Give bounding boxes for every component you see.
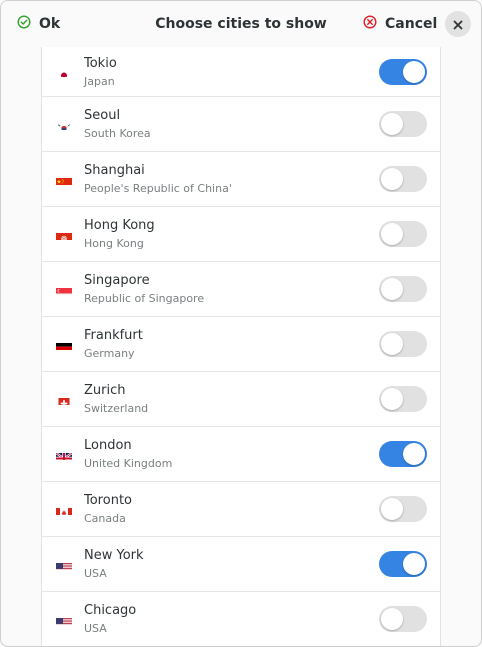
country-name: Republic of Singapore (84, 292, 205, 305)
ok-label: Ok (39, 16, 61, 32)
toggle-knob (381, 113, 403, 135)
toggle-knob (381, 223, 403, 245)
toggle-knob (381, 278, 403, 300)
city-toggle-switch[interactable] (379, 166, 427, 192)
flag-switzerland-icon (56, 394, 72, 405)
city-text: Singapore Republic of Singapore (84, 272, 204, 306)
city-text: New York USA (84, 547, 144, 581)
city-name: Toronto (84, 493, 132, 508)
city-row[interactable]: Hong Kong Hong Kong (42, 207, 440, 262)
cancel-button[interactable]: Cancel (363, 1, 437, 47)
flag-hong-kong-icon (56, 229, 72, 240)
city-text: London United Kingdom (84, 437, 172, 471)
city-toggle-switch[interactable] (379, 276, 427, 302)
city-row[interactable]: New York USA (42, 537, 440, 592)
city-name: Shanghai (84, 163, 145, 178)
country-name: Japan (84, 74, 115, 88)
city-name: Hong Kong (84, 218, 155, 233)
city-text: Seoul South Korea (84, 107, 151, 141)
city-name: Seoul (84, 108, 121, 123)
dialog-header: Ok Choose cities to show Cancel (1, 1, 481, 47)
city-row[interactable]: Frankfurt Germany (42, 317, 440, 372)
city-row[interactable]: Singapore Republic of Singapore (42, 262, 440, 317)
country-name: Canada (84, 512, 126, 525)
city-row[interactable]: Zurich Switzerland (42, 372, 440, 427)
toggle-knob (381, 608, 403, 630)
city-text: Chicago USA (84, 602, 136, 636)
flag-canada-icon (56, 504, 72, 515)
city-toggle-switch[interactable] (379, 58, 427, 85)
checkmark-circle-icon (17, 15, 31, 33)
toggle-knob (381, 498, 403, 520)
country-name: People's Republic of China' (84, 182, 232, 195)
toggle-knob (381, 388, 403, 410)
cancel-circle-icon (363, 15, 377, 33)
flag-china-icon (56, 174, 72, 185)
flag-germany-icon (56, 339, 72, 350)
toggle-knob (403, 553, 425, 575)
flag-japan-icon (56, 66, 72, 77)
close-window-button[interactable] (445, 11, 471, 37)
country-name: Germany (84, 347, 135, 360)
flag-south-korea-icon (56, 119, 72, 130)
city-row[interactable]: Seoul South Korea (42, 97, 440, 152)
country-name: USA (84, 622, 107, 635)
city-name: Tokio (84, 55, 117, 71)
city-name: Frankfurt (84, 328, 143, 343)
country-name: South Korea (84, 127, 151, 140)
city-toggle-switch[interactable] (379, 331, 427, 357)
city-row[interactable]: Toronto Canada (42, 482, 440, 537)
city-name: Chicago (84, 603, 137, 618)
city-name: New York (84, 548, 144, 563)
city-text: Tokio Japan (84, 55, 117, 89)
city-toggle-switch[interactable] (379, 386, 427, 412)
ok-button[interactable]: Ok (17, 1, 60, 47)
city-name: Zurich (84, 383, 126, 398)
city-row[interactable]: Chicago USA (42, 592, 440, 646)
city-text: Toronto Canada (84, 492, 132, 526)
city-toggle-switch[interactable] (379, 606, 427, 632)
country-name: United Kingdom (84, 457, 173, 470)
city-row[interactable]: Shanghai People's Republic of China' (42, 152, 440, 207)
cancel-label: Cancel (385, 16, 438, 32)
city-text: Zurich Switzerland (84, 382, 148, 416)
toggle-knob (381, 333, 403, 355)
flag-singapore-icon (56, 284, 72, 295)
close-icon (453, 15, 463, 34)
flag-united-kingdom-icon (56, 449, 72, 460)
country-name: Hong Kong (84, 237, 144, 250)
city-toggle-switch[interactable] (379, 496, 427, 522)
city-text: Shanghai People's Republic of China' (84, 162, 232, 196)
flag-usa-icon (56, 559, 72, 570)
city-list: Tokio Japan Seoul South Korea Shanghai People… (41, 47, 441, 646)
toggle-knob (403, 60, 425, 83)
city-row[interactable]: London United Kingdom (42, 427, 440, 482)
city-toggle-switch[interactable] (379, 551, 427, 577)
flag-usa-icon (56, 614, 72, 625)
city-name: London (84, 438, 132, 453)
country-name: Switzerland (84, 402, 149, 415)
city-name: Singapore (84, 273, 150, 288)
toggle-knob (381, 168, 403, 190)
city-toggle-switch[interactable] (379, 221, 427, 247)
city-toggle-switch[interactable] (379, 441, 427, 467)
city-text: Hong Kong Hong Kong (84, 217, 155, 251)
toggle-knob (403, 443, 425, 465)
city-text: Frankfurt Germany (84, 327, 143, 361)
city-toggle-switch[interactable] (379, 111, 427, 137)
city-chooser-dialog: Ok Choose cities to show Cancel Tokio Jap… (0, 0, 482, 647)
country-name: USA (84, 567, 107, 580)
city-row[interactable]: Tokio Japan (42, 47, 440, 97)
